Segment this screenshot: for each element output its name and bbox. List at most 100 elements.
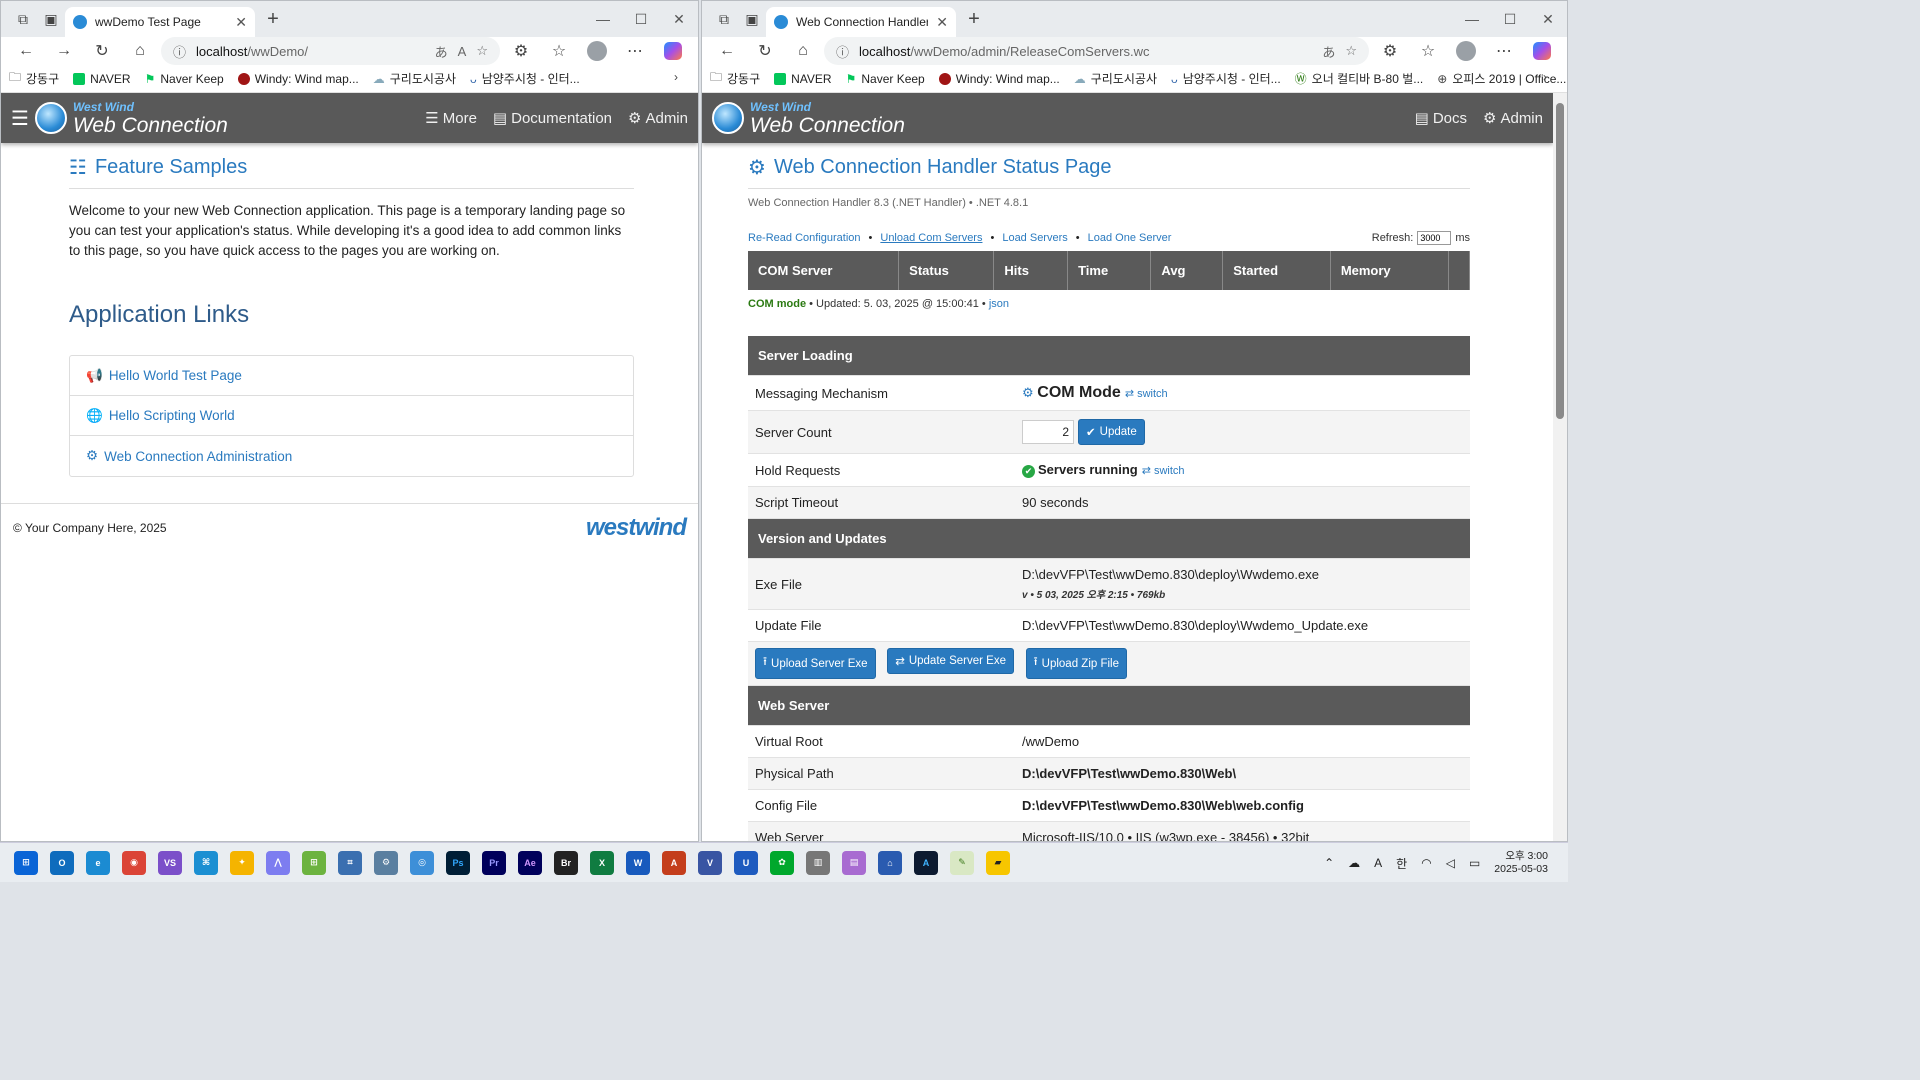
minimize-icon[interactable]: — (584, 1, 622, 37)
close-tab-icon[interactable]: ✕ (936, 14, 948, 31)
minimize-icon[interactable]: — (1453, 1, 1491, 37)
tab-active[interactable]: wwDemo Test Page ✕ (65, 7, 255, 37)
info-icon[interactable]: ⓘ (173, 42, 186, 61)
col-started[interactable]: Started (1222, 251, 1331, 290)
clock[interactable]: 오후 3:00 2025-05-03 (1494, 850, 1548, 876)
upload-zip-button[interactable]: ⭱ Upload Zip File (1025, 648, 1127, 679)
fav-item[interactable]: ⚑ Naver Keep (846, 72, 925, 86)
fav-item[interactable]: 🗀 강동구 (9, 68, 59, 89)
vertical-scrollbar[interactable] (1553, 93, 1567, 841)
acrobat-icon[interactable]: A (662, 850, 686, 875)
west-wind-logo-icon[interactable] (712, 102, 744, 134)
excel-icon[interactable]: X (590, 850, 614, 875)
favorites-icon[interactable]: ☆ (542, 37, 576, 65)
fav-item[interactable]: ☁ 구리도시공사 (1074, 70, 1157, 87)
new-tab-button[interactable]: + (259, 5, 287, 33)
load-one-server-link[interactable]: Load One Server (1088, 232, 1172, 244)
fav-item[interactable]: Windy: Wind map... (938, 72, 1060, 86)
home-icon[interactable]: ⌂ (123, 37, 157, 65)
app-icon[interactable]: ⌂ (878, 850, 902, 875)
fav-item[interactable]: Windy: Wind map... (237, 72, 359, 86)
link-hello-scripting[interactable]: 🌐 Hello Scripting World (70, 396, 633, 436)
extensions-icon[interactable]: ⚙ (1373, 37, 1407, 65)
nav-more[interactable]: ☰ More (425, 109, 477, 128)
favorites-icon[interactable]: ☆ (1411, 37, 1445, 65)
fav-item[interactable]: ᴗ 남양주시청 - 인터... (470, 70, 580, 87)
ime-language[interactable]: 한 (1396, 855, 1407, 872)
app-icon[interactable]: A (914, 850, 938, 875)
westwind-logo[interactable]: westwind (586, 514, 687, 542)
battery-icon[interactable]: ▭ (1469, 856, 1480, 870)
vscode-icon[interactable]: ⌘ (194, 850, 218, 875)
onedrive-icon[interactable]: ☁ (1348, 856, 1360, 870)
ime-mode[interactable]: A (1374, 856, 1382, 870)
speaker-icon[interactable]: ◁ (1446, 856, 1455, 870)
hamburger-menu-icon[interactable]: ☰ (11, 106, 29, 131)
link-wc-admin[interactable]: ⚙ Web Connection Administration (70, 436, 633, 476)
new-tab-button[interactable]: + (960, 5, 988, 33)
fav-item[interactable]: Ⓦ 오너 컬티바 B-80 벌... (1295, 70, 1424, 87)
tab-actions-icon[interactable]: ▣ (738, 5, 766, 33)
home-icon[interactable]: ⌂ (786, 37, 820, 65)
copilot-icon[interactable] (656, 37, 690, 65)
wifi-icon[interactable]: ◠ (1421, 856, 1431, 870)
translate-icon[interactable]: あ (1322, 42, 1335, 61)
fav-item[interactable]: ⚑ Naver Keep (145, 72, 224, 86)
windows-start-icon[interactable]: ⊞ (14, 850, 38, 875)
refresh-icon[interactable]: ↻ (748, 37, 782, 65)
chrome-icon[interactable]: ◉ (122, 850, 146, 875)
read-aloud-icon[interactable]: A (458, 44, 467, 59)
evernote-icon[interactable]: ✿ (770, 850, 794, 875)
after-effects-icon[interactable]: Ae (518, 850, 542, 875)
nav-admin[interactable]: ⚙ Admin (1483, 109, 1543, 128)
outlook-icon[interactable]: O (50, 850, 74, 875)
favorite-star-icon[interactable]: ☆ (476, 43, 488, 59)
col-time[interactable]: Time (1067, 251, 1152, 290)
forward-icon[interactable]: → (47, 37, 81, 65)
app-icon[interactable]: ▥ (806, 850, 830, 875)
fav-item[interactable]: NAVER (774, 72, 832, 86)
workspaces-icon[interactable]: ⧉ (9, 5, 37, 33)
extensions-icon[interactable]: ⚙ (504, 37, 538, 65)
col-status[interactable]: Status (898, 251, 995, 290)
maximize-icon[interactable]: ☐ (622, 1, 660, 37)
chevron-right-icon[interactable]: › (674, 70, 678, 84)
reread-config-link[interactable]: Re-Read Configuration (748, 232, 861, 244)
favorite-star-icon[interactable]: ☆ (1345, 43, 1357, 59)
app-icon[interactable]: ◎ (410, 850, 434, 875)
address-bar[interactable]: ⓘ localhost/wwDemo/admin/ReleaseComServe… (824, 37, 1369, 65)
brand[interactable]: West Wind Web Connection (73, 101, 228, 136)
app-icon[interactable]: U (734, 850, 758, 875)
app-icon[interactable]: ✎ (950, 850, 974, 875)
close-window-icon[interactable]: ✕ (1529, 1, 1567, 37)
premiere-icon[interactable]: Pr (482, 850, 506, 875)
refresh-input[interactable] (1417, 231, 1452, 245)
edge-icon[interactable]: e (86, 850, 110, 875)
fav-item[interactable]: 🗀 강동구 (710, 68, 760, 89)
workspaces-icon[interactable]: ⧉ (710, 5, 738, 33)
switch-mode-link[interactable]: ⇄ switch (1125, 388, 1168, 400)
tab-actions-icon[interactable]: ▣ (37, 5, 65, 33)
app-icon[interactable]: ⋀ (266, 850, 290, 875)
bridge-icon[interactable]: Br (554, 850, 578, 875)
sticky-notes-icon[interactable]: ▰ (986, 850, 1010, 875)
more-menu-icon[interactable]: ⋯ (1487, 37, 1521, 65)
translate-icon[interactable]: あ (435, 42, 448, 61)
fav-item[interactable]: NAVER (73, 72, 131, 86)
unload-com-servers-link[interactable]: Unload Com Servers (880, 232, 982, 244)
profile-avatar[interactable] (580, 37, 614, 65)
maximize-icon[interactable]: ☐ (1491, 1, 1529, 37)
upload-server-exe-button[interactable]: ⭱ Upload Server Exe (755, 648, 876, 679)
col-avg[interactable]: Avg (1150, 251, 1224, 290)
update-server-exe-button[interactable]: ⇄ Update Server Exe (887, 648, 1014, 674)
address-bar[interactable]: ⓘ localhost/wwDemo/ あ A ☆ (161, 37, 500, 65)
switch-hold-link[interactable]: ⇄ switch (1142, 465, 1185, 477)
fav-item[interactable]: ⊕ 오피스 2019 | Office... (1437, 70, 1566, 87)
info-icon[interactable]: ⓘ (836, 42, 849, 61)
profile-avatar[interactable] (1449, 37, 1483, 65)
app-icon[interactable]: ⚙ (374, 850, 398, 875)
app-icon[interactable]: ⊞ (302, 850, 326, 875)
app-icon[interactable]: ⌗ (338, 850, 362, 875)
photoshop-icon[interactable]: Ps (446, 850, 470, 875)
refresh-icon[interactable]: ↻ (85, 37, 119, 65)
